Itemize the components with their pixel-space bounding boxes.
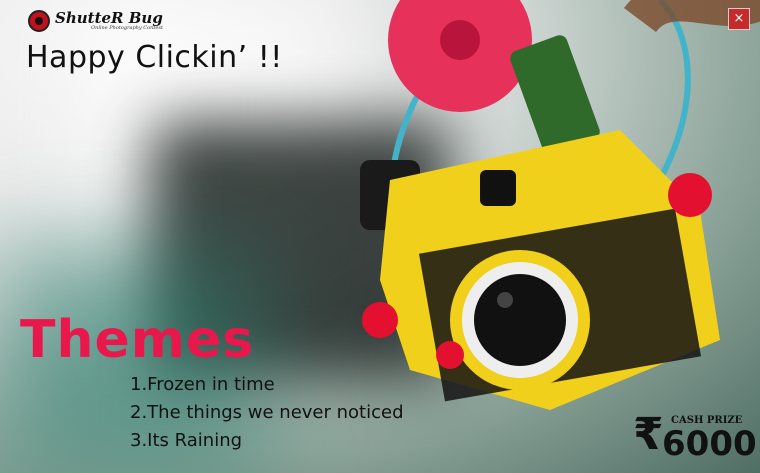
prize-amount: 6000 [662,424,757,464]
rupee-icon: ₹ [633,409,664,460]
themes-list: 1.Frozen in time 2.The things we never n… [130,372,404,456]
close-button[interactable]: × [728,8,750,30]
close-icon: × [733,11,745,26]
theme-item: 1.Frozen in time [130,374,275,395]
ladybug-logo-icon [28,10,50,32]
brand-tagline: Online Photography Contest [91,25,163,31]
theme-item: 2.The things we never noticed [130,402,404,423]
brand-logo: ShutteR Bug Online Photography Contest [28,10,163,32]
headline: Happy Clickin’ !! [26,40,283,75]
themes-title: Themes [20,310,255,370]
theme-item: 3.Its Raining [130,430,243,451]
brand-name: ShutteR Bug Online Photography Contest [55,9,163,32]
